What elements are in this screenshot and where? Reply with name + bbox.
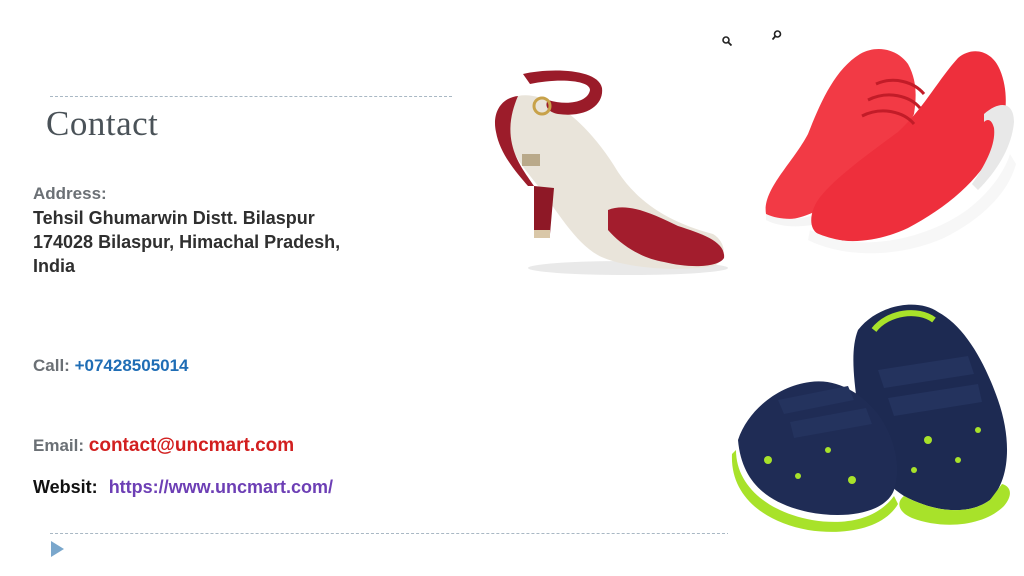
address-line: Tehsil Ghumarwin Distt. Bilaspur [33, 208, 315, 228]
bottom-divider [50, 533, 730, 534]
email-row: Email: contact@uncmart.com [33, 435, 294, 457]
zoom-icon[interactable] [772, 30, 782, 40]
website-row: Websit: https://www.uncmart.com/ [33, 477, 333, 498]
call-label: Call: [33, 356, 70, 375]
top-divider [50, 96, 452, 97]
address-label: Address: [33, 184, 107, 203]
website-label: Websit: [33, 477, 98, 497]
page-title: Contact [46, 104, 159, 143]
email-label: Email: [33, 436, 85, 455]
website-link[interactable]: https://www.uncmart.com/ [109, 477, 333, 497]
address-line: India [33, 256, 76, 276]
play-arrow-icon[interactable] [51, 541, 64, 557]
address-line: 174028 Bilaspur, Himachal Pradesh, [33, 232, 341, 252]
address-text: Tehsil Ghumarwin Distt. Bilaspur 174028 … [33, 206, 393, 278]
call-row: Call: +07428505014 [33, 356, 189, 376]
email-link[interactable]: contact@uncmart.com [89, 435, 294, 456]
phone-link[interactable]: +07428505014 [75, 356, 189, 375]
zoom-icon[interactable] [722, 36, 732, 46]
red-block-heel-sandal-image [478, 62, 734, 280]
red-sports-shoes-image [748, 4, 1020, 274]
navy-green-kids-shoes-image [728, 290, 1024, 542]
